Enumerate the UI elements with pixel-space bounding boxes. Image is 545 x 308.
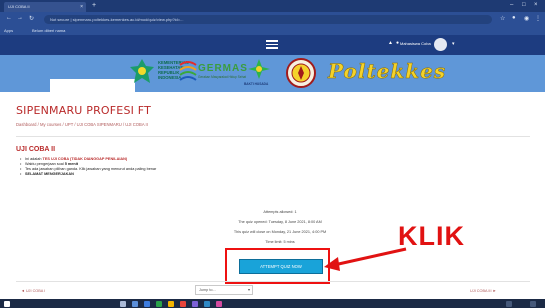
extension-icon[interactable]: ● — [512, 15, 516, 21]
divider — [16, 136, 530, 137]
minimize-icon[interactable]: – — [510, 2, 513, 8]
browser-tab[interactable]: UJI COBA II × — [4, 2, 86, 12]
next-activity-link[interactable]: UJI COBA III ► — [470, 289, 496, 293]
taskview-icon[interactable] — [132, 300, 138, 307]
time-limit: Time limit: 5 mins — [265, 240, 295, 244]
new-tab-button[interactable]: + — [92, 2, 96, 10]
app-icon[interactable] — [216, 300, 222, 307]
germas-subtitle: Gerakan Masyarakat Hidup Sehat — [198, 75, 247, 79]
user-name[interactable]: Mahasiswa Coba — [400, 41, 431, 46]
hamburger-menu-icon[interactable] — [266, 40, 278, 49]
germas-text: GERMAS — [198, 63, 248, 74]
germas-logo-icon — [179, 61, 197, 81]
bookmarks-bar: Apps Belum diberi nama — [0, 27, 545, 35]
page-title: SIPENMARU PROFESI FT — [16, 104, 152, 117]
menu-dots-icon[interactable]: ⋮ — [535, 15, 541, 22]
quiz-title: UJI COBA II — [16, 146, 56, 153]
browser-tab-strip: UJI COBA II × + – □ × — [0, 0, 545, 12]
chrome-icon[interactable] — [180, 300, 186, 307]
bakti-husada-logo-icon — [248, 59, 270, 79]
institution-seal-icon — [286, 58, 316, 88]
browser-tab-title: UJI COBA II — [8, 4, 30, 9]
divider — [16, 281, 530, 282]
bakti-husada-text: BAKTI HUSADA — [244, 82, 269, 86]
window-close-icon[interactable]: × — [534, 2, 538, 8]
quiz-close-date: This quiz will close on Monday, 21 June … — [233, 230, 327, 234]
app-icon[interactable] — [192, 300, 198, 307]
app-icon[interactable] — [156, 300, 162, 307]
avatar[interactable] — [434, 38, 447, 51]
site-navbar: ▲ ● Mahasiswa Coba ▾ — [0, 35, 545, 55]
address-bar[interactable]: Not secure | sipenmaru.poltekkes-kemenke… — [44, 15, 492, 24]
bookmark-apps[interactable]: Apps — [4, 28, 13, 33]
maximize-icon[interactable]: □ — [522, 2, 526, 8]
start-icon[interactable] — [4, 300, 10, 307]
browser-toolbar: ← → ↻ Not secure | sipenmaru.poltekkes-k… — [0, 12, 545, 27]
app-icon[interactable] — [204, 300, 210, 307]
back-icon[interactable]: ← — [6, 15, 12, 21]
star-icon[interactable]: ☆ — [500, 15, 505, 22]
tray-icon[interactable] — [506, 300, 512, 307]
attempts-allowed: Attempts allowed: 1 — [263, 210, 297, 214]
forward-icon[interactable]: → — [17, 15, 23, 21]
annotation-arrow-icon — [324, 247, 407, 271]
poltekkes-logo-text: Poltekkes — [328, 59, 447, 84]
chat-icon[interactable]: ● — [396, 40, 399, 46]
tab-close-icon[interactable]: × — [80, 4, 83, 10]
profile-icon[interactable]: ◉ — [524, 15, 529, 22]
quiz-instructions: Ini adalah TES UJI COBA (TIDAK DIANGGAP … — [20, 157, 156, 177]
jump-to-select[interactable]: Jump to... — [195, 285, 253, 295]
breadcrumb[interactable]: Dashboard / My courses / UPT / UJI COBA … — [16, 122, 148, 127]
chevron-down-icon: ▾ — [248, 287, 251, 292]
quiz-opened-date: The quiz opened: Tuesday, 8 June 2021, 8… — [238, 220, 322, 224]
edge-icon[interactable] — [144, 300, 150, 307]
header-banner: KEMENTERIAN KESEHATAN REPUBLIK INDONESIA… — [0, 55, 545, 93]
search-icon[interactable] — [120, 300, 126, 307]
bell-icon[interactable]: ▲ — [388, 40, 393, 46]
instruction-item: SELAMAT MENGERJAKAN — [20, 172, 156, 177]
os-taskbar — [0, 299, 545, 308]
banner-blank-area — [50, 79, 135, 93]
kemenkes-logo-icon — [130, 59, 154, 83]
attempt-quiz-button[interactable]: ATTEMPT QUIZ NOW — [239, 259, 323, 274]
bookmark-item[interactable]: Belum diberi nama — [32, 28, 65, 33]
chevron-down-icon[interactable]: ▾ — [452, 41, 455, 47]
folder-icon[interactable] — [168, 300, 174, 307]
previous-activity-link[interactable]: ◄ UJI COBA I — [21, 289, 45, 293]
notification-icon[interactable] — [530, 300, 536, 307]
reload-icon[interactable]: ↻ — [29, 15, 34, 22]
